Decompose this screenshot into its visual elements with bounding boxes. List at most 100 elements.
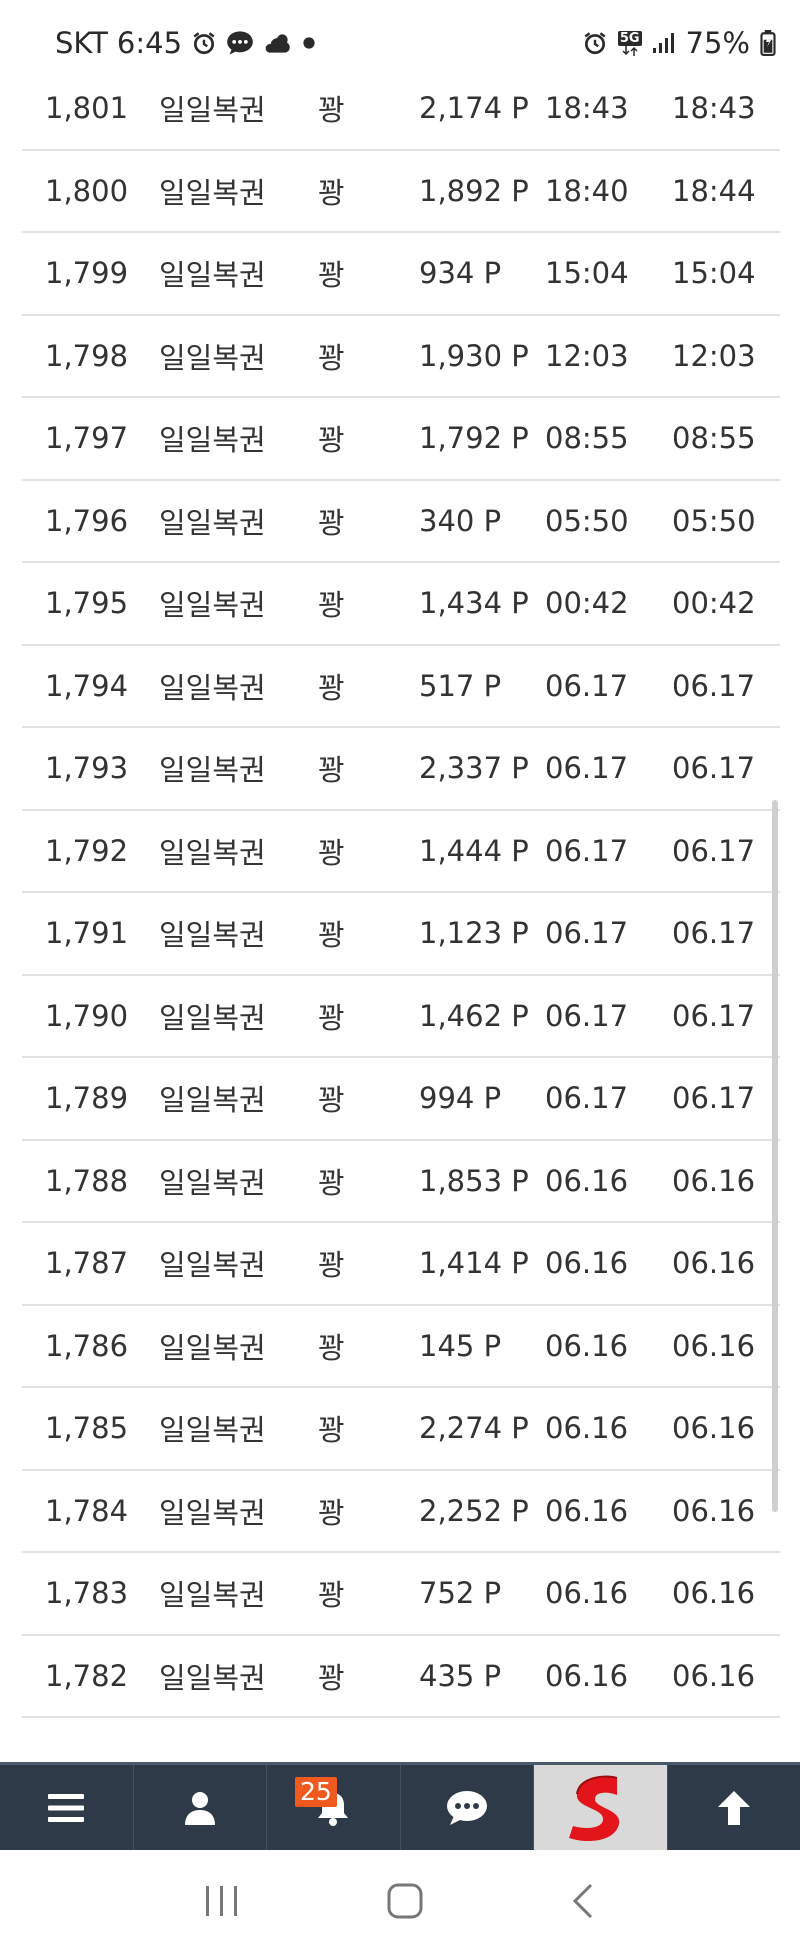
entry-date-updated: 05:50 bbox=[672, 503, 756, 538]
entry-result: 꽝 bbox=[318, 1413, 345, 1448]
entry-date-updated: 06.16 bbox=[672, 1163, 756, 1198]
profile-button[interactable] bbox=[134, 1765, 267, 1850]
entry-number: 1,792 bbox=[45, 833, 129, 868]
list-item[interactable]: 1,794 일일복권 꽝 517 P 06.17 06.17 bbox=[22, 646, 780, 728]
entry-name: 일일복권 bbox=[159, 670, 266, 705]
entry-number: 1,784 bbox=[45, 1493, 129, 1528]
entry-result: 꽝 bbox=[318, 175, 345, 210]
entry-points: 1,792 P bbox=[419, 421, 529, 456]
entry-date: 12:03 bbox=[545, 338, 629, 373]
entry-number: 1,782 bbox=[45, 1658, 129, 1693]
entry-result: 꽝 bbox=[318, 423, 345, 458]
recent-apps-button[interactable] bbox=[203, 1884, 241, 1922]
alarm-icon bbox=[191, 30, 217, 56]
home-icon bbox=[387, 1883, 423, 1919]
entry-points: 2,337 P bbox=[419, 751, 529, 786]
list-item[interactable]: 1,782 일일복권 꽝 435 P 06.16 06.16 bbox=[22, 1636, 780, 1718]
entry-result: 꽝 bbox=[318, 1248, 345, 1283]
status-right: 5G 75% bbox=[582, 26, 776, 60]
alarm-icon bbox=[582, 30, 608, 56]
site-logo-button[interactable] bbox=[534, 1765, 668, 1850]
entry-result: 꽝 bbox=[318, 505, 345, 540]
entry-number: 1,787 bbox=[45, 1246, 129, 1281]
list-item[interactable]: 1,790 일일복권 꽝 1,462 P 06.17 06.17 bbox=[22, 976, 780, 1058]
entry-number: 1,801 bbox=[45, 91, 129, 126]
entry-result: 꽝 bbox=[318, 1000, 345, 1035]
entry-date: 06.16 bbox=[545, 1328, 629, 1363]
entry-result: 꽝 bbox=[318, 835, 345, 870]
entry-date-updated: 06.16 bbox=[672, 1328, 756, 1363]
entry-result: 꽝 bbox=[318, 1578, 345, 1613]
entry-result: 꽝 bbox=[318, 918, 345, 953]
arrow-up-icon bbox=[717, 1790, 750, 1825]
entry-date-updated: 06.17 bbox=[672, 1081, 756, 1116]
lottery-history-list: 1,801 일일복권 꽝 2,174 P 18:43 18:43 1,800 일일복권 꽝 1,8… bbox=[22, 68, 780, 1718]
list-item[interactable]: 1,783 일일복권 꽝 752 P 06.16 06.16 bbox=[22, 1553, 780, 1636]
entry-name: 일일복권 bbox=[159, 1578, 266, 1613]
entry-points: 994 P bbox=[419, 1081, 502, 1116]
chat-button[interactable] bbox=[401, 1765, 534, 1850]
list-item[interactable]: 1,797 일일복권 꽝 1,792 P 08:55 08:55 bbox=[22, 398, 780, 481]
entry-name: 일일복권 bbox=[159, 918, 266, 953]
entry-name: 일일복권 bbox=[159, 835, 266, 870]
network-type: 5G bbox=[617, 30, 642, 46]
entry-date: 06.16 bbox=[545, 1411, 629, 1446]
entry-points: 1,434 P bbox=[419, 586, 529, 621]
entry-name: 일일복권 bbox=[159, 1165, 266, 1200]
entry-number: 1,788 bbox=[45, 1163, 129, 1198]
entry-points: 340 P bbox=[419, 503, 502, 538]
entry-name: 일일복권 bbox=[159, 1495, 266, 1530]
entry-name: 일일복권 bbox=[159, 588, 266, 623]
entry-points: 1,892 P bbox=[419, 173, 529, 208]
list-item[interactable]: 1,799 일일복권 꽝 934 P 15:04 15:04 bbox=[22, 233, 780, 316]
scrollbar[interactable] bbox=[772, 800, 778, 1512]
list-item[interactable]: 1,788 일일복권 꽝 1,853 P 06.16 06.16 bbox=[22, 1141, 780, 1223]
entry-result: 꽝 bbox=[318, 1495, 345, 1530]
entry-date-updated: 18:43 bbox=[672, 91, 756, 126]
list-item[interactable]: 1,786 일일복권 꽝 145 P 06.16 06.16 bbox=[22, 1306, 780, 1388]
notifications-button[interactable]: 25 bbox=[267, 1765, 401, 1850]
entry-result: 꽝 bbox=[318, 258, 345, 293]
entry-date: 06.16 bbox=[545, 1658, 629, 1693]
list-item[interactable]: 1,795 일일복권 꽝 1,434 P 00:42 00:42 bbox=[22, 563, 780, 646]
entry-points: 2,252 P bbox=[419, 1493, 529, 1528]
entry-result: 꽝 bbox=[318, 93, 345, 128]
recent-apps-icon bbox=[205, 1886, 237, 1916]
entry-number: 1,799 bbox=[45, 256, 129, 291]
list-item[interactable]: 1,784 일일복권 꽝 2,252 P 06.16 06.16 bbox=[22, 1471, 780, 1553]
entry-number: 1,791 bbox=[45, 916, 129, 951]
system-nav bbox=[0, 1850, 800, 1956]
list-item[interactable]: 1,789 일일복권 꽝 994 P 06.17 06.17 bbox=[22, 1058, 780, 1141]
back-button[interactable] bbox=[569, 1882, 597, 1924]
entry-name: 일일복권 bbox=[159, 753, 266, 788]
list-item[interactable]: 1,785 일일복권 꽝 2,274 P 06.16 06.16 bbox=[22, 1388, 780, 1471]
list-item[interactable]: 1,798 일일복권 꽝 1,930 P 12:03 12:03 bbox=[22, 316, 780, 398]
chat-icon bbox=[226, 30, 254, 56]
entry-result: 꽝 bbox=[318, 670, 345, 705]
list-item[interactable]: 1,800 일일복권 꽝 1,892 P 18:40 18:44 bbox=[22, 151, 780, 233]
entry-points: 934 P bbox=[419, 256, 502, 291]
entry-result: 꽝 bbox=[318, 1165, 345, 1200]
user-icon bbox=[184, 1791, 215, 1825]
list-item[interactable]: 1,787 일일복권 꽝 1,414 P 06.16 06.16 bbox=[22, 1223, 780, 1306]
entry-number: 1,783 bbox=[45, 1576, 129, 1611]
list-item[interactable]: 1,793 일일복권 꽝 2,337 P 06.17 06.17 bbox=[22, 728, 780, 811]
scroll-top-button[interactable] bbox=[668, 1765, 800, 1850]
list-item[interactable]: 1,791 일일복권 꽝 1,123 P 06.17 06.17 bbox=[22, 893, 780, 976]
list-item[interactable]: 1,796 일일복권 꽝 340 P 05:50 05:50 bbox=[22, 481, 780, 563]
menu-button[interactable] bbox=[0, 1765, 134, 1850]
entry-name: 일일복권 bbox=[159, 1248, 266, 1283]
entry-date: 06.17 bbox=[545, 833, 629, 868]
status-left: SKT 6:45 bbox=[55, 26, 316, 60]
entry-number: 1,798 bbox=[45, 338, 129, 373]
entry-date-updated: 06.17 bbox=[672, 916, 756, 951]
entry-points: 145 P bbox=[419, 1328, 502, 1363]
list-item[interactable]: 1,792 일일복권 꽝 1,444 P 06.17 06.17 bbox=[22, 811, 780, 893]
menu-icon bbox=[48, 1793, 85, 1822]
entry-date: 06.17 bbox=[545, 751, 629, 786]
entry-points: 517 P bbox=[419, 668, 502, 703]
entry-name: 일일복권 bbox=[159, 93, 266, 128]
home-button[interactable] bbox=[386, 1882, 424, 1924]
back-icon bbox=[573, 1883, 593, 1919]
entry-number: 1,796 bbox=[45, 503, 129, 538]
